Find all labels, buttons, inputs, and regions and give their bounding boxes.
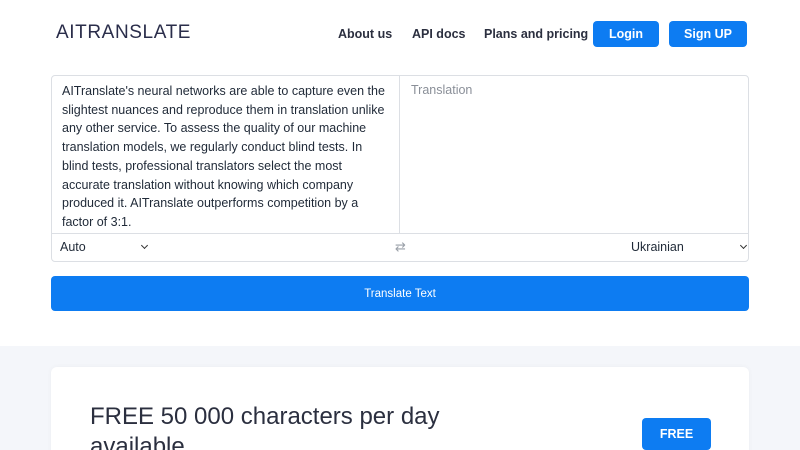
free-button[interactable]: FREE xyxy=(642,418,711,450)
target-language-select[interactable]: Ukrainian xyxy=(631,240,747,254)
signup-button[interactable]: Sign UP xyxy=(669,21,747,47)
translation-output[interactable]: Translation xyxy=(401,76,748,233)
nav-api-docs[interactable]: API docs xyxy=(412,27,466,41)
swap-languages-icon[interactable]: ⇄ xyxy=(395,239,406,255)
nav-about-us[interactable]: About us xyxy=(338,27,392,41)
target-language-label: Ukrainian xyxy=(631,240,684,254)
translate-text-button[interactable]: Translate Text xyxy=(51,276,749,311)
source-language-label: Auto xyxy=(60,240,86,254)
source-text-input[interactable]: AITranslate's neural networks are able t… xyxy=(52,76,400,233)
site-header: AITRANSLATE About us API docs Plans and … xyxy=(0,0,800,70)
source-language-select[interactable]: Auto xyxy=(60,240,148,254)
translator-panel: AITranslate's neural networks are able t… xyxy=(51,75,749,262)
nav-plans-pricing[interactable]: Plans and pricing xyxy=(484,27,588,41)
language-bar: Auto ⇄ Ukrainian xyxy=(52,233,748,262)
logo[interactable]: AITRANSLATE xyxy=(56,22,191,44)
promo-title: FREE 50 000 characters per day available xyxy=(90,403,440,450)
promo-card: FREE 50 000 characters per day available… xyxy=(51,367,749,450)
chevron-down-icon xyxy=(140,241,148,250)
chevron-down-icon xyxy=(739,241,747,250)
login-button[interactable]: Login xyxy=(593,21,659,47)
